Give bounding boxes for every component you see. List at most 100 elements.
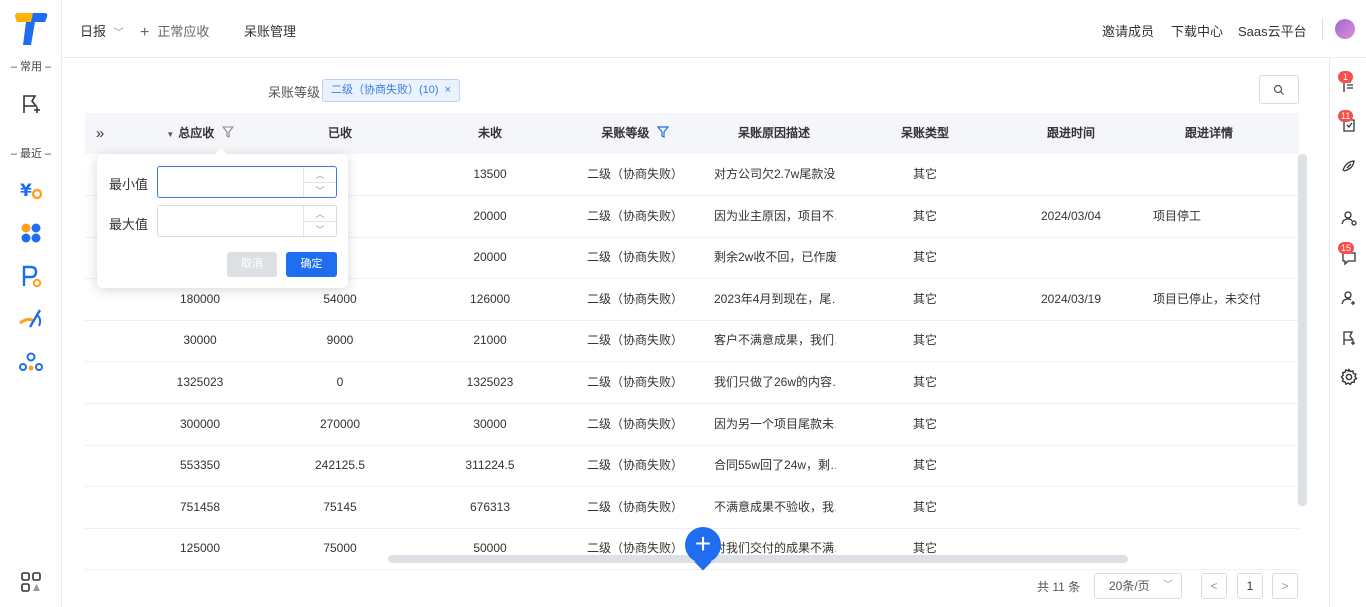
cell-unreceived: 1325023: [466, 375, 514, 389]
cell-type: 其它: [912, 458, 937, 473]
filter-icon[interactable]: [221, 126, 234, 138]
header-level-label: 呆账等级: [601, 126, 650, 140]
cell-follow-time: [1021, 362, 1121, 403]
pager-total: 共 11 条: [1037, 580, 1081, 594]
download-center-link[interactable]: 下载中心: [1171, 21, 1223, 40]
apps-icon[interactable]: [17, 219, 45, 247]
user-add-icon[interactable]: [1339, 288, 1359, 308]
cell-reason: 因为业主原因，项目不…: [714, 208, 836, 223]
avatar[interactable]: [1335, 19, 1355, 39]
leaf-share-icon[interactable]: [1339, 156, 1359, 176]
svg-text:¥: ¥: [20, 181, 32, 201]
tool-icon[interactable]: [17, 305, 45, 333]
report-dropdown[interactable]: 日报 ﹀: [80, 21, 124, 40]
min-value-input[interactable]: ︿ ﹀: [157, 166, 337, 198]
yen-gear-icon[interactable]: ¥: [17, 176, 45, 204]
header-unreceived: 未收: [477, 126, 502, 140]
flag-plus-icon[interactable]: [1339, 328, 1359, 348]
cell-received: 0: [336, 375, 344, 389]
page-1-button[interactable]: 1: [1237, 573, 1263, 599]
header-follow-detail: 跟进详情: [1184, 126, 1233, 140]
add-floating-button[interactable]: +: [685, 527, 721, 563]
search-button[interactable]: [1259, 75, 1299, 104]
cell-unreceived: 50000: [473, 541, 507, 556]
prev-page-button[interactable]: <: [1201, 573, 1227, 599]
add-normal-receivable-button[interactable]: + 正常应收: [140, 21, 209, 41]
header-level[interactable]: 呆账等级: [585, 113, 685, 154]
table-row[interactable]: 751458 75145 676313 二级（协商失败） 不满意成果不验收，我… 其它: [85, 487, 1299, 529]
filter-tag[interactable]: 二级（协商失败）(10) ×: [322, 79, 460, 102]
stepper-up-icon[interactable]: ︿: [304, 206, 336, 221]
cell-follow-detail: [1153, 445, 1293, 486]
cell-level: 二级（协商失败）: [586, 541, 683, 556]
cell-unreceived: 676313: [469, 499, 511, 514]
invite-members-link[interactable]: 邀请成员: [1102, 21, 1154, 40]
cell-follow-time: [1021, 404, 1121, 445]
cell-total: 125000: [179, 541, 221, 556]
cell-total: 1325023: [176, 375, 224, 389]
page-size-value: 20条/页: [1109, 579, 1150, 593]
max-value-stepper[interactable]: ︿ ﹀: [303, 206, 336, 236]
max-value-label: 最大值: [109, 217, 149, 232]
cell-follow-detail: [1153, 320, 1293, 361]
header-total-receivable[interactable]: ▼ 总应收: [160, 113, 240, 154]
cell-follow-time: [1021, 528, 1121, 569]
cell-level: 二级（协商失败）: [586, 416, 683, 431]
header-total-label: 总应收: [178, 126, 215, 140]
stepper-up-icon[interactable]: ︿: [304, 167, 336, 182]
gear-icon[interactable]: [1339, 367, 1359, 387]
cell-reason: 因为另一个项目尾款未…: [714, 416, 836, 431]
min-value-stepper[interactable]: ︿ ﹀: [303, 167, 336, 197]
header-reason: 呆账原因描述: [737, 126, 810, 140]
search-icon: [1273, 84, 1284, 95]
table-row[interactable]: 1325023 0 1325023 二级（协商失败） 我们只做了26w的内容… 其它: [85, 362, 1299, 404]
table-row[interactable]: 300000 270000 30000 二级（协商失败） 因为另一个项目尾款未… 其它: [85, 404, 1299, 446]
top-bar: 日报 ﹀ + 正常应收 呆账管理 邀请成员 下载中心 Saas云平台: [62, 0, 1366, 58]
cell-level: 二级（协商失败）: [586, 458, 683, 473]
expand-columns-icon[interactable]: »: [85, 113, 115, 154]
grid-apps-icon[interactable]: [17, 568, 45, 596]
flag-plus-icon[interactable]: [17, 90, 45, 118]
cell-unreceived: 20000: [473, 250, 507, 265]
vertical-scrollbar[interactable]: [1298, 154, 1307, 506]
cell-level: 二级（协商失败）: [586, 499, 683, 514]
table-row[interactable]: 30000 9000 21000 二级（协商失败） 客户不满意成果，我们… 其它: [85, 320, 1299, 363]
cell-reason: 客户不满意成果，我们…: [714, 333, 836, 348]
header-type: 呆账类型: [900, 126, 949, 140]
close-icon[interactable]: ×: [445, 80, 451, 101]
p-letter-icon[interactable]: [17, 262, 45, 290]
page-size-select[interactable]: 20条/页 ﹀: [1094, 573, 1182, 599]
popover-arrow: [214, 148, 228, 155]
next-page-button[interactable]: >: [1272, 573, 1298, 599]
cell-reason: 2023年4月到现在，尾…: [714, 291, 836, 306]
cell-level: 二级（协商失败）: [586, 375, 683, 389]
cell-received: 9000: [326, 333, 354, 348]
cell-type: 其它: [912, 333, 937, 348]
table-row[interactable]: 553350 242125.5 311224.5 二级（协商失败） 合同55w回了24w…: [85, 445, 1299, 488]
stepper-down-icon[interactable]: ﹀: [304, 182, 336, 197]
cell-follow-detail: [1153, 154, 1293, 195]
confirm-button[interactable]: 确定: [286, 252, 337, 277]
cell-type: 其它: [912, 541, 937, 556]
cell-total: 751458: [179, 499, 221, 514]
cell-follow-detail: [1153, 528, 1293, 569]
user-settings-icon[interactable]: [1339, 208, 1359, 228]
notification-badge: 1: [1338, 71, 1353, 83]
chevron-down-icon: ﹀: [1163, 580, 1173, 591]
tab-bad-debt-management[interactable]: 呆账管理: [244, 21, 296, 40]
team-icon[interactable]: [17, 349, 45, 377]
cell-type: 其它: [912, 499, 937, 514]
filter-active-icon[interactable]: [656, 126, 669, 138]
sort-down-icon[interactable]: ▼: [166, 130, 174, 139]
horizontal-scrollbar[interactable]: [388, 555, 1128, 563]
cell-level: 二级（协商失败）: [586, 291, 683, 306]
max-value-input[interactable]: ︿ ﹀: [157, 205, 337, 237]
report-label: 日报: [80, 24, 107, 39]
stepper-down-icon[interactable]: ﹀: [304, 221, 336, 236]
left-rail: – 常用 – – 最近 – ¥: [0, 0, 62, 607]
app-logo[interactable]: [13, 12, 49, 46]
cancel-button[interactable]: 取消: [227, 252, 277, 277]
cell-reason: 我们只做了26w的内容…: [714, 375, 836, 389]
cell-reason: 不满意成果不验收，我…: [714, 499, 836, 514]
saas-platform-link[interactable]: Saas云平台: [1238, 21, 1307, 40]
